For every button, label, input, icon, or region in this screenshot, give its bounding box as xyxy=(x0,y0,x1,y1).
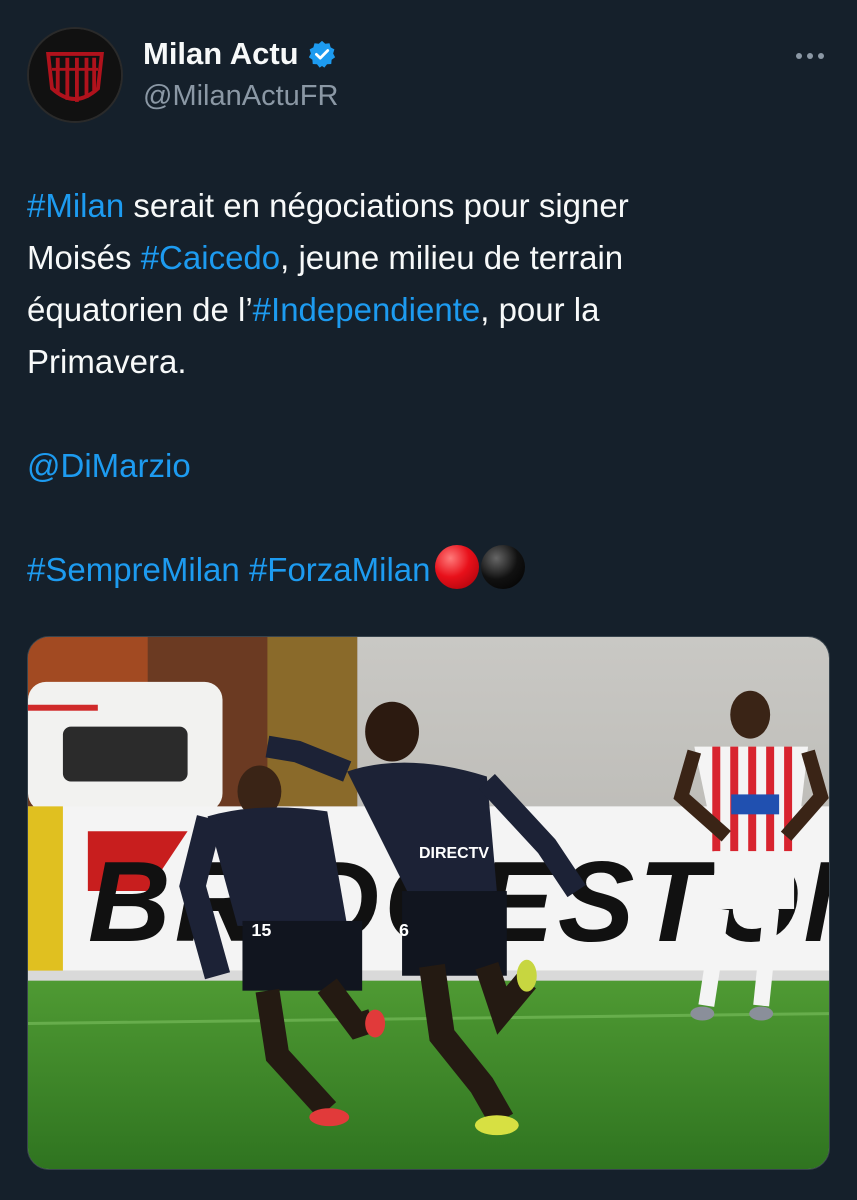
tweet-line: #SempreMilan #ForzaMilan xyxy=(27,544,817,596)
tweet-text-segment: Primavera. xyxy=(27,343,187,380)
author-display-name[interactable]: Milan Actu xyxy=(143,36,299,72)
tweet-space xyxy=(240,551,249,588)
author-name-row: Milan Actu xyxy=(143,36,337,72)
sponsor-text: DIRECTV xyxy=(419,845,489,862)
red-circle-emoji-icon xyxy=(434,545,479,589)
more-options-icon xyxy=(818,53,824,59)
tweet-text-segment: , jeune milieu de terrain xyxy=(280,239,624,276)
black-circle-emoji-icon xyxy=(480,545,525,589)
tweet-line: équatorien de l’#Independiente, pour la xyxy=(27,284,817,336)
more-options-icon xyxy=(796,53,802,59)
tweet-text-segment: équatorien de l’ xyxy=(27,291,253,328)
author-avatar[interactable] xyxy=(27,27,123,123)
match-photo: BRIDGESTONE 15 DIRECTV xyxy=(28,637,829,1169)
author-handle[interactable]: @MilanActuFR xyxy=(143,80,338,113)
more-options-icon xyxy=(807,53,813,59)
verified-badge-icon xyxy=(308,40,335,68)
tweet-text-segment: serait en négociations pour signer xyxy=(124,187,629,224)
club-crest-icon xyxy=(29,29,121,121)
hashtag-independiente[interactable]: #Independiente xyxy=(253,291,481,328)
hashtag-milan[interactable]: #Milan xyxy=(27,187,124,224)
svg-text:15: 15 xyxy=(251,920,271,940)
hashtag-sempremilan[interactable]: #SempreMilan xyxy=(27,551,240,588)
tweet-line: @DiMarzio xyxy=(27,440,817,492)
tweet-line: #Milan serait en négociations pour signe… xyxy=(27,180,817,232)
hashtag-forzamilan[interactable]: #ForzaMilan xyxy=(249,551,431,588)
more-options-button[interactable] xyxy=(790,38,830,74)
tweet-media-photo[interactable]: BRIDGESTONE 15 DIRECTV xyxy=(27,636,830,1170)
mention-dimarzio[interactable]: @DiMarzio xyxy=(27,447,191,484)
svg-text:6: 6 xyxy=(399,920,409,940)
tweet-text-segment: , pour la xyxy=(480,291,600,328)
tweet-text: #Milan serait en négociations pour signe… xyxy=(27,180,817,596)
tweet-text-segment: Moisés xyxy=(27,239,141,276)
tweet-line: Moisés #Caicedo, jeune milieu de terrain xyxy=(27,232,817,284)
tweet-line: Primavera. xyxy=(27,336,817,388)
hashtag-caicedo[interactable]: #Caicedo xyxy=(141,239,280,276)
